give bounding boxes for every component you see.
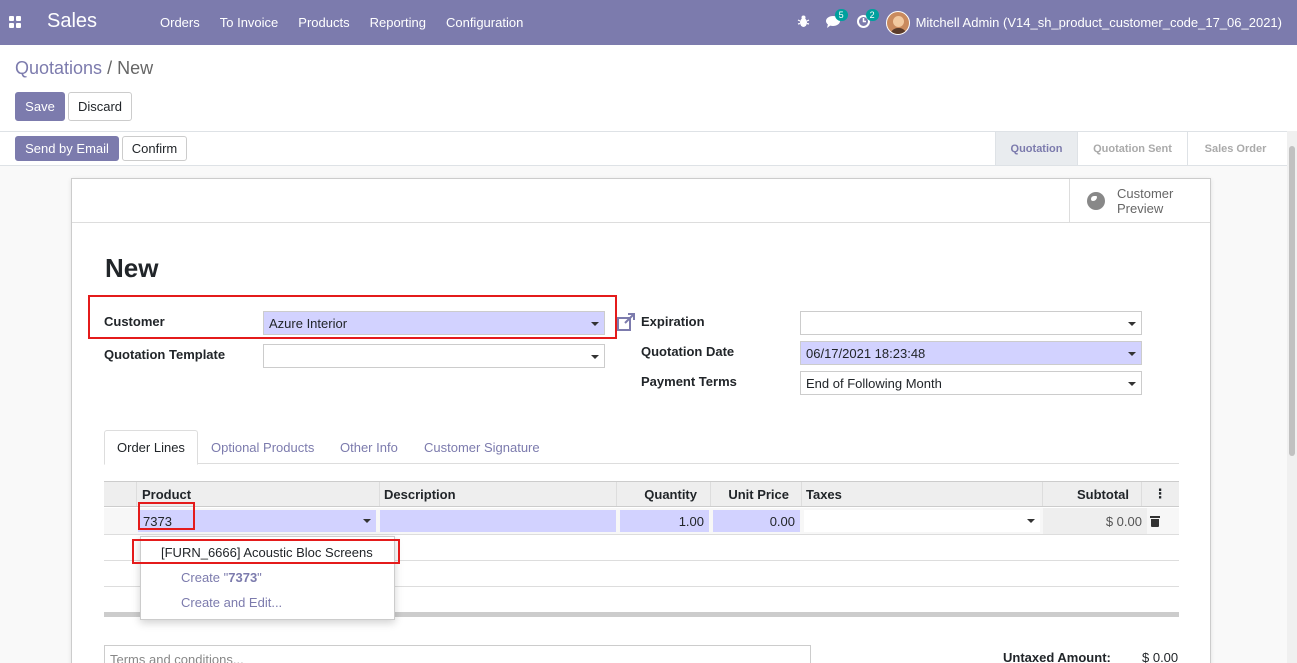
form-statusbar: Send by Email Confirm Quotation Quotatio… (0, 131, 1297, 166)
untaxed-amount-label: Untaxed Amount: (1003, 650, 1111, 663)
subtotal-cell: $ 0.00 (1043, 508, 1147, 534)
expiration-caret-icon[interactable] (1128, 322, 1136, 326)
stage-quotation-sent[interactable]: Quotation Sent (1077, 132, 1187, 165)
customer-highlight-box (88, 295, 617, 339)
create-product-option[interactable]: Create " 7373 " (141, 565, 394, 590)
product-caret-icon[interactable] (363, 519, 371, 523)
main-menu: Orders To Invoice Products Reporting Con… (150, 0, 533, 45)
quotation-template-field[interactable] (263, 344, 605, 368)
delete-row-trash-icon[interactable] (1150, 516, 1160, 527)
create-prefix: Create " (181, 570, 229, 585)
messages-icon[interactable]: 5 (825, 8, 848, 31)
quotation-date-field[interactable]: 06/17/2021 18:23:48 (800, 341, 1142, 365)
activities-clock-icon[interactable]: 2 (856, 8, 879, 31)
product-highlight-box (138, 502, 195, 530)
menu-to-invoice[interactable]: To Invoice (210, 15, 289, 30)
tab-other-info[interactable]: Other Info (328, 430, 410, 464)
create-term: 7373 (228, 570, 258, 585)
row-divider (104, 534, 1179, 535)
menu-orders[interactable]: Orders (150, 15, 210, 30)
stage-sales-order[interactable]: Sales Order (1187, 132, 1283, 165)
unit-price-input[interactable]: 0.00 (713, 510, 800, 532)
taxes-input[interactable] (804, 510, 1040, 532)
tab-order-lines[interactable]: Order Lines (104, 430, 198, 465)
button-box: Customer Preview (72, 179, 1210, 223)
record-title: New (105, 253, 159, 283)
description-input[interactable] (380, 510, 616, 532)
suggestion-highlight-box (132, 539, 400, 564)
col-subtotal[interactable]: Subtotal (1042, 482, 1142, 506)
notebook-tabs: Order Lines Optional Products Other Info… (104, 430, 1179, 465)
create-suffix: " (257, 570, 262, 585)
external-link-icon[interactable] (617, 313, 636, 334)
col-description[interactable]: Description (379, 482, 617, 506)
col-unit-price[interactable]: Unit Price (710, 482, 802, 506)
payment-terms-caret-icon[interactable] (1128, 382, 1136, 386)
breadcrumb: Quotations / New (15, 58, 153, 79)
terms-and-conditions-field[interactable]: Terms and conditions... (104, 645, 811, 663)
menu-products[interactable]: Products (288, 15, 359, 30)
column-options-icon[interactable]: ⋮ (1141, 482, 1178, 506)
discard-button[interactable]: Discard (68, 92, 132, 121)
stage-quotation[interactable]: Quotation (995, 132, 1077, 165)
apps-menu-icon[interactable] (9, 16, 21, 28)
quotation-template-label: Quotation Template (104, 347, 226, 362)
payment-terms-field[interactable]: End of Following Month (800, 371, 1142, 395)
breadcrumb-current: New (117, 58, 154, 78)
customer-preview-line1: Customer (1117, 186, 1174, 201)
template-dropdown-caret-icon[interactable] (591, 355, 599, 359)
taxes-caret-icon[interactable] (1027, 519, 1035, 523)
payment-terms-label: Payment Terms (641, 374, 737, 389)
quotation-date-label: Quotation Date (641, 344, 735, 359)
untaxed-amount-value: $ 0.00 (1142, 650, 1179, 663)
menu-reporting[interactable]: Reporting (360, 15, 436, 30)
payment-terms-value: End of Following Month (806, 375, 942, 391)
quantity-input[interactable]: 1.00 (620, 510, 709, 532)
col-taxes[interactable]: Taxes (801, 482, 1043, 506)
user-menu[interactable]: Mitchell Admin (V14_sh_product_customer_… (916, 15, 1282, 30)
stage-pipeline: Quotation Quotation Sent Sales Order (995, 132, 1283, 165)
confirm-button[interactable]: Confirm (122, 136, 187, 161)
save-button[interactable]: Save (15, 92, 65, 121)
menu-configuration[interactable]: Configuration (436, 15, 533, 30)
bug-icon[interactable] (797, 15, 810, 31)
breadcrumb-quotations[interactable]: Quotations (15, 58, 102, 78)
tab-optional-products[interactable]: Optional Products (199, 430, 326, 464)
tab-customer-signature[interactable]: Customer Signature (412, 430, 552, 464)
customer-preview-button[interactable]: Customer Preview (1069, 179, 1210, 223)
create-and-edit-option[interactable]: Create and Edit... (141, 590, 394, 615)
customer-preview-label: Customer Preview (1117, 186, 1173, 216)
top-navbar: Sales Orders To Invoice Products Reporti… (0, 0, 1297, 45)
breadcrumb-separator: / (107, 58, 113, 78)
expiration-label: Expiration (641, 314, 705, 329)
quotation-date-caret-icon[interactable] (1128, 352, 1136, 356)
globe-icon (1087, 192, 1105, 210)
customer-preview-line2: Preview (1117, 201, 1164, 216)
col-quantity[interactable]: Quantity (616, 482, 711, 506)
app-brand[interactable]: Sales (47, 10, 97, 33)
activities-badge: 2 (865, 8, 879, 21)
order-lines-header: Product Description Quantity Unit Price … (104, 481, 1179, 507)
messages-badge: 5 (834, 8, 848, 21)
systray: 5 2 Mitchell Admin (V14_sh_product_custo… (797, 0, 1297, 45)
scrollbar-thumb[interactable] (1289, 146, 1295, 456)
send-by-email-button[interactable]: Send by Email (15, 136, 119, 161)
expiration-field[interactable] (800, 311, 1142, 335)
user-avatar[interactable] (885, 10, 910, 35)
quotation-date-value: 06/17/2021 18:23:48 (806, 345, 926, 361)
scrollbar[interactable] (1287, 131, 1297, 663)
